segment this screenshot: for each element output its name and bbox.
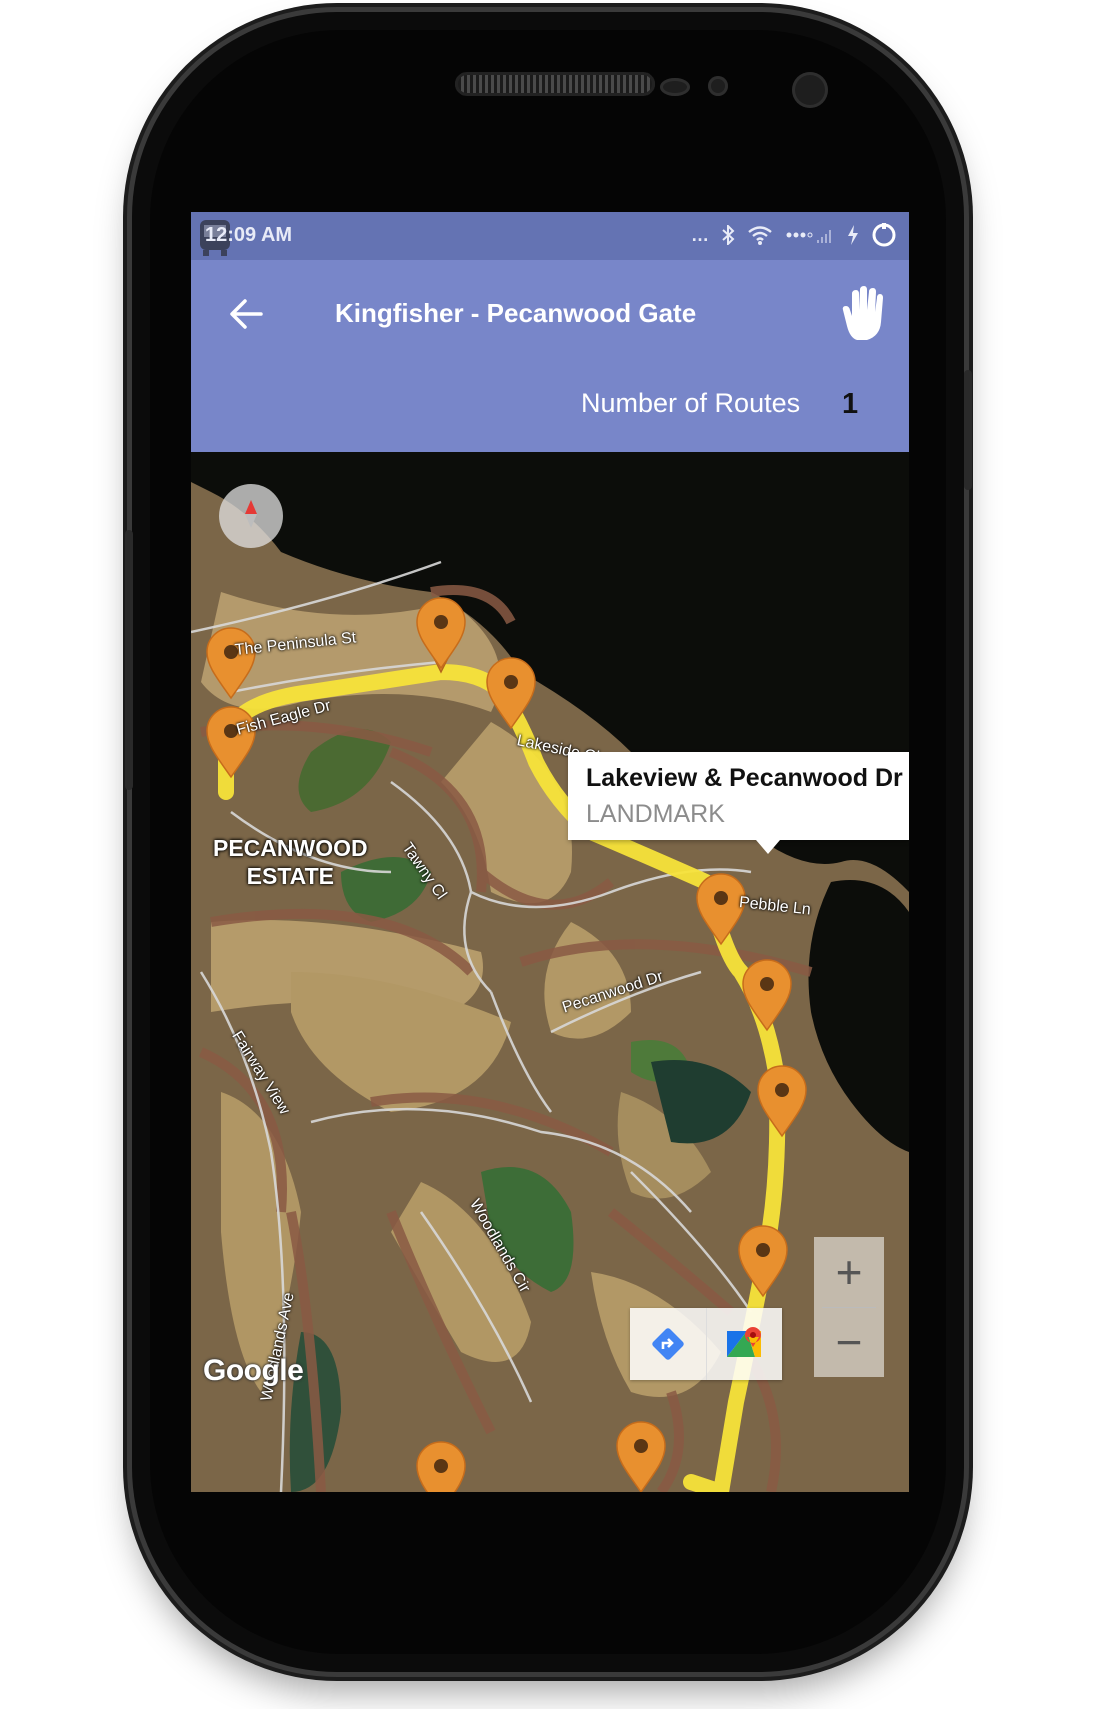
wifi-icon xyxy=(748,226,772,245)
hand-icon[interactable] xyxy=(835,286,887,342)
earpiece-speaker xyxy=(455,72,655,96)
routes-count-value: 1 xyxy=(842,388,859,420)
google-maps-icon xyxy=(727,1327,762,1357)
front-camera xyxy=(792,72,828,108)
marker-info-window[interactable]: Lakeview & Pecanwood Dr LANDMARK xyxy=(568,752,909,854)
stop-marker[interactable] xyxy=(206,627,256,699)
google-attribution: Google xyxy=(203,1354,304,1387)
back-button[interactable] xyxy=(225,292,269,336)
charging-icon xyxy=(848,225,858,245)
info-window-subtitle: LANDMARK xyxy=(586,800,725,828)
zoom-controls: + − xyxy=(814,1237,884,1377)
directions-icon xyxy=(652,1328,684,1360)
stop-marker[interactable] xyxy=(416,1441,466,1492)
route-title: Kingfisher - Pecanwood Gate xyxy=(335,298,697,328)
status-bar: 12:09 AM … xyxy=(191,212,909,260)
zoom-in-button[interactable]: + xyxy=(814,1237,884,1307)
info-window-title: Lakeview & Pecanwood Dr xyxy=(586,764,903,792)
volume-button xyxy=(125,530,133,790)
power-button xyxy=(964,370,972,490)
map-view[interactable]: The Peninsula St Fish Eagle Dr Lakeside … xyxy=(191,452,909,1492)
stop-marker[interactable] xyxy=(742,959,792,1031)
stop-marker[interactable] xyxy=(757,1065,807,1137)
stop-marker[interactable] xyxy=(416,597,466,669)
bluetooth-icon xyxy=(722,225,735,245)
marker-layer xyxy=(206,597,807,1492)
loading-icon xyxy=(872,223,896,247)
compass-button[interactable] xyxy=(219,484,283,548)
compass-icon xyxy=(245,500,257,528)
phone-screen: 12:09 AM … Kingfisher - Pecanwood Gate N… xyxy=(191,212,909,1492)
more-dots-icon: … xyxy=(691,224,709,245)
signal-icon xyxy=(786,230,831,243)
status-icons: … xyxy=(691,222,897,248)
stop-marker[interactable] xyxy=(206,706,256,778)
stop-marker[interactable] xyxy=(616,1421,666,1492)
open-in-maps-button[interactable] xyxy=(705,1308,783,1380)
map-toolbar xyxy=(630,1308,782,1380)
directions-button[interactable] xyxy=(630,1308,706,1380)
light-sensor xyxy=(708,76,728,96)
stop-marker[interactable] xyxy=(486,657,536,729)
status-time: 12:09 AM xyxy=(205,224,293,246)
estate-label: PECANWOOD ESTATE xyxy=(213,834,368,890)
routes-count-label: Number of Routes xyxy=(581,388,801,418)
estate-label-line2: ESTATE xyxy=(246,863,334,889)
proximity-sensor xyxy=(660,78,690,96)
zoom-out-button[interactable]: − xyxy=(814,1307,884,1377)
stop-marker[interactable] xyxy=(738,1225,788,1297)
app-bar: Kingfisher - Pecanwood Gate Number of Ro… xyxy=(191,260,909,452)
estate-label-line1: PECANWOOD xyxy=(213,835,368,861)
